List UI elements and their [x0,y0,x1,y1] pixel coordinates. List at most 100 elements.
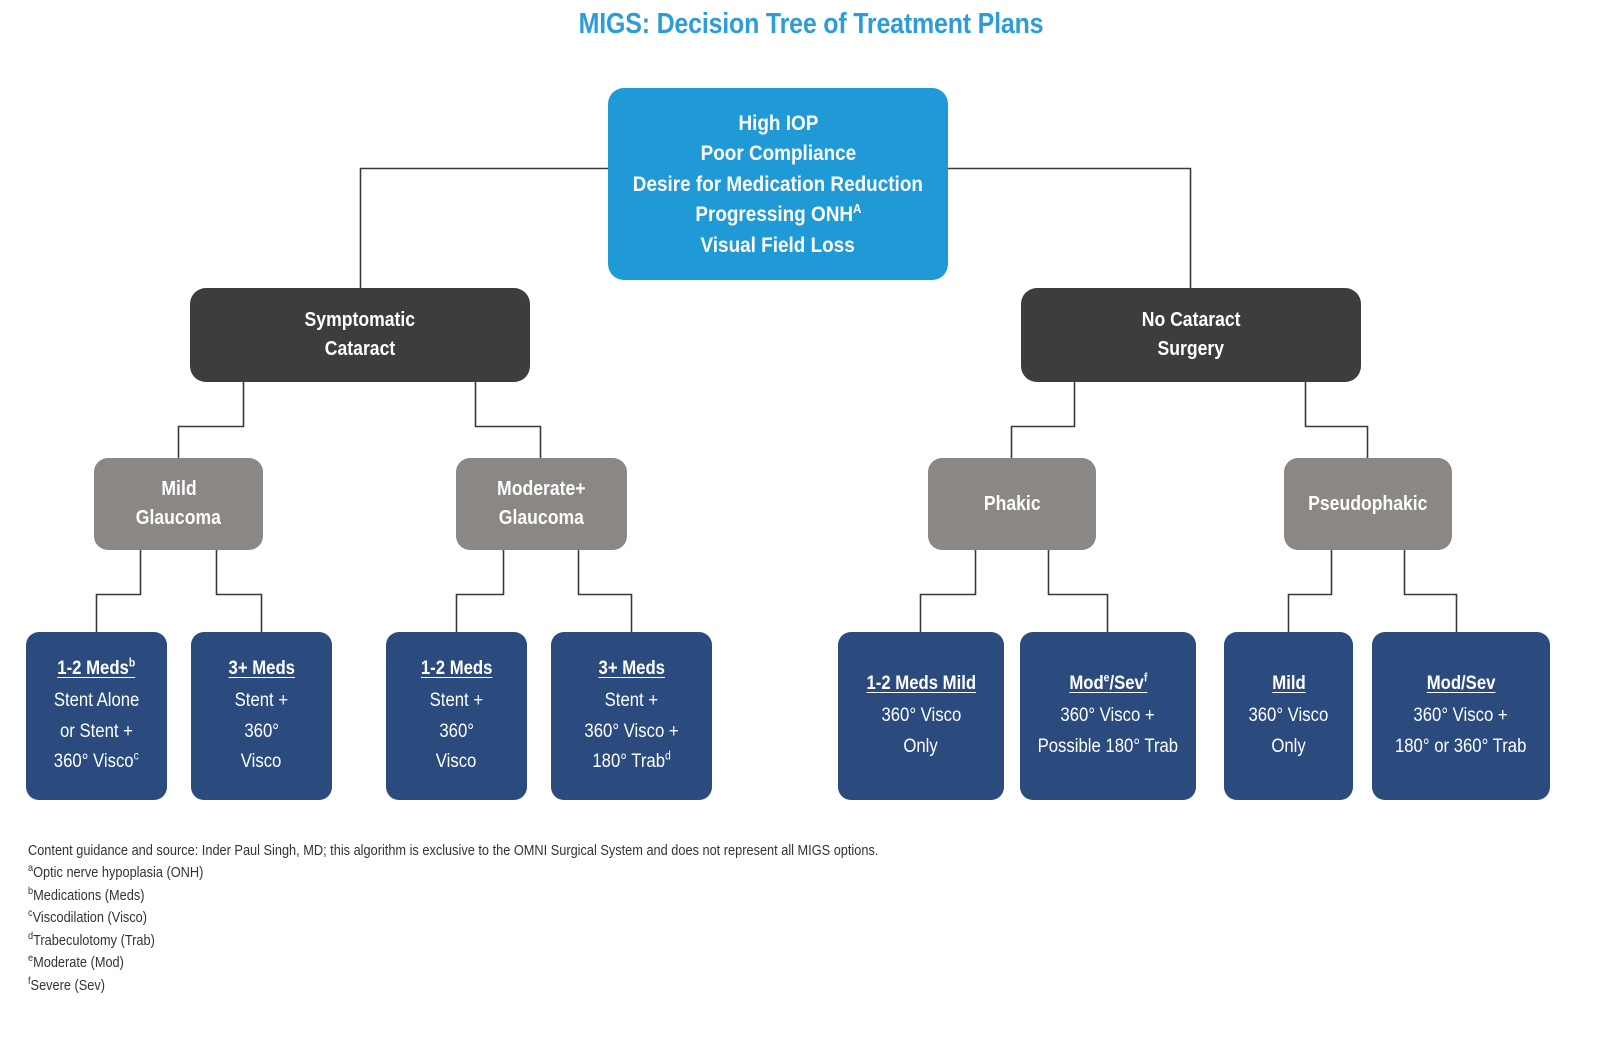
pseudophakic-mod-sev-line-1: 360° Visco + [1413,705,1509,727]
node-symptomatic-cataract[interactable]: Symptomatic Cataract [190,288,530,382]
footnotes: Content guidance and source: Inder Paul … [28,840,1028,997]
node-pseudophakic-mod-sev[interactable]: Mod/Sev 360° Visco + 180° or 360° Trab [1372,632,1550,800]
footnote-e: eModerate (Mod) [28,952,908,974]
root-line-3: Desire for Medication Reduction [632,171,924,196]
wire-pseudophakic-to-mod-sev [1403,550,1458,632]
wire-moderate-to-1-2-meds [455,550,505,632]
mild-1-2-meds-line-3: 360° Viscoc [54,747,139,778]
moderate-1-2-meds-line-2: 360° [439,720,474,742]
mild-3-plus-meds-line-1: Stent + [234,689,289,711]
mild-3-plus-meds-line-2: 360° [244,720,279,742]
footnote-d: dTrabeculotomy (Trab) [28,930,908,952]
mild-glaucoma-line-2: Glaucoma [135,507,222,529]
root-line-4-text: Progressing ONH [694,202,853,227]
mild-1-2-meds-header-superscript: b [129,656,136,670]
footnote-f: fSevere (Sev) [28,975,908,997]
phakic-1-2-meds-mild-line-2: Only [903,735,939,757]
wire-pseudophakic-to-mild [1287,550,1333,632]
root-onh-superscript: A [852,201,862,217]
node-pseudophakic[interactable]: Pseudophakic [1284,458,1452,550]
pseudophakic-mild-header: Mild [1271,673,1306,695]
phakic-mod-superscript: e [1103,672,1110,686]
mild-3-plus-meds-header: 3+ Meds [228,657,295,679]
moderate-plus-glaucoma-line-1: Moderate+ [497,478,586,500]
wire-phakic-to-mod-sev [1047,550,1109,632]
root-line-5: Visual Field Loss [700,232,856,257]
moderate-3-plus-meds-header: 3+ Meds [598,657,665,679]
page-title: MIGS: Decision Tree of Treatment Plans [578,8,1044,40]
phakic-sev-superscript: f [1143,672,1147,686]
mild-1-2-meds-header-text: 1-2 Meds [57,657,130,679]
node-phakic[interactable]: Phakic [928,458,1096,550]
moderate-3-plus-meds-line-3-text: 180° Trab [592,751,665,773]
wire-root-to-no-cataract [948,167,1192,288]
node-mild-1-2-meds[interactable]: 1-2 Medsb Stent Alone or Stent + 360° Vi… [26,632,167,800]
mild-1-2-meds-line-3-text: 360° Visco [53,751,134,773]
pseudophakic-mild-line-1: 360° Visco [1248,705,1329,727]
wire-symptomatic-to-mild [177,382,245,458]
node-no-cataract-surgery[interactable]: No Cataract Surgery [1021,288,1361,382]
moderate-1-2-meds-header: 1-2 Meds [420,657,493,679]
footnote-e-text: Moderate (Mod) [33,955,124,972]
footnote-f-text: Severe (Sev) [30,977,106,994]
wire-mild-to-1-2-meds [95,550,142,632]
wire-no-cataract-to-pseudophakic [1304,382,1369,458]
mild-1-2-meds-line-3-superscript: c [133,749,140,763]
footnote-c: cViscodilation (Visco) [28,907,908,929]
footnote-a: aOptic nerve hypoplasia (ONH) [28,862,908,884]
footnote-d-text: Trabeculotomy (Trab) [33,932,155,949]
wire-phakic-to-1-2-meds-mild [919,550,977,632]
symptomatic-cataract-line-1: Symptomatic [304,309,416,331]
no-cataract-surgery-line-2: Surgery [1157,338,1225,360]
moderate-1-2-meds-line-1: Stent + [429,689,484,711]
node-phakic-1-2-meds-mild[interactable]: 1-2 Meds Mild 360° Visco Only [838,632,1004,800]
phakic-sev-text: /Sev [1109,673,1144,695]
phakic-mod-sev-line-1: 360° Visco + [1060,705,1156,727]
mild-glaucoma-line-1: Mild [160,478,197,500]
node-mild-3-plus-meds[interactable]: 3+ Meds Stent + 360° Visco [191,632,332,800]
moderate-3-plus-meds-line-3-superscript: d [664,749,671,763]
phakic-mod-sev-header-text: Mod [1069,673,1104,695]
pseudophakic-mod-sev-line-2: 180° or 360° Trab [1395,735,1527,757]
mild-1-2-meds-line-1: Stent Alone [53,689,140,711]
node-moderate-1-2-meds[interactable]: 1-2 Meds Stent + 360° Visco [386,632,527,800]
wire-moderate-to-3-plus-meds [577,550,633,632]
footnote-c-text: Viscodilation (Visco) [32,910,148,927]
symptomatic-cataract-line-2: Cataract [324,338,396,360]
footnote-source: Content guidance and source: Inder Paul … [28,843,879,859]
mild-1-2-meds-line-2: or Stent + [60,720,133,742]
moderate-3-plus-meds-line-3: 180° Trabd [592,747,670,778]
root-line-1: High IOP [738,110,818,135]
footnote-b: bMedications (Meds) [28,885,908,907]
wire-mild-to-3-plus-meds [215,550,263,632]
phakic-label: Phakic [983,492,1041,515]
phakic-1-2-meds-mild-header: 1-2 Meds Mild [866,673,976,695]
phakic-1-2-meds-mild-line-1: 360° Visco [881,705,961,727]
node-root-indications[interactable]: High IOP Poor Compliance Desire for Medi… [608,88,948,280]
moderate-plus-glaucoma-line-2: Glaucoma [498,507,585,529]
wire-no-cataract-to-phakic [1010,382,1076,458]
node-moderate-3-plus-meds[interactable]: 3+ Meds Stent + 360° Visco + 180° Trabd [551,632,712,800]
node-moderate-plus-glaucoma[interactable]: Moderate+ Glaucoma [456,458,627,550]
node-phakic-mod-sev[interactable]: Mode/Sevf 360° Visco + Possible 180° Tra… [1020,632,1196,800]
moderate-1-2-meds-line-3: Visco [436,751,477,773]
node-mild-glaucoma[interactable]: Mild Glaucoma [94,458,263,550]
no-cataract-surgery-line-1: No Cataract [1141,309,1241,331]
node-pseudophakic-mild[interactable]: Mild 360° Visco Only [1224,632,1353,800]
wire-symptomatic-to-moderate [474,382,542,458]
diagram-canvas: MIGS: Decision Tree of Treatment Plans H… [0,0,1622,1038]
moderate-3-plus-meds-line-2: 360° Visco + [584,720,679,742]
mild-3-plus-meds-line-3: Visco [241,751,282,773]
root-line-2: Poor Compliance [700,141,856,166]
mild-1-2-meds-header: 1-2 Medsb [58,654,136,685]
root-line-4: Progressing ONHA [695,199,861,230]
pseudophakic-mod-sev-header: Mod/Sev [1426,673,1496,695]
phakic-mod-sev-line-2: Possible 180° Trab [1037,735,1179,757]
wire-root-to-symptomatic [359,167,608,288]
pseudophakic-mild-line-2: Only [1271,735,1306,757]
phakic-mod-sev-header: Mode/Sevf [1069,669,1147,700]
footnote-a-text: Optic nerve hypoplasia (ONH) [33,865,204,882]
moderate-3-plus-meds-line-1: Stent + [604,689,659,711]
pseudophakic-label: Pseudophakic [1308,492,1428,515]
footnote-b-text: Medications (Meds) [33,887,145,904]
